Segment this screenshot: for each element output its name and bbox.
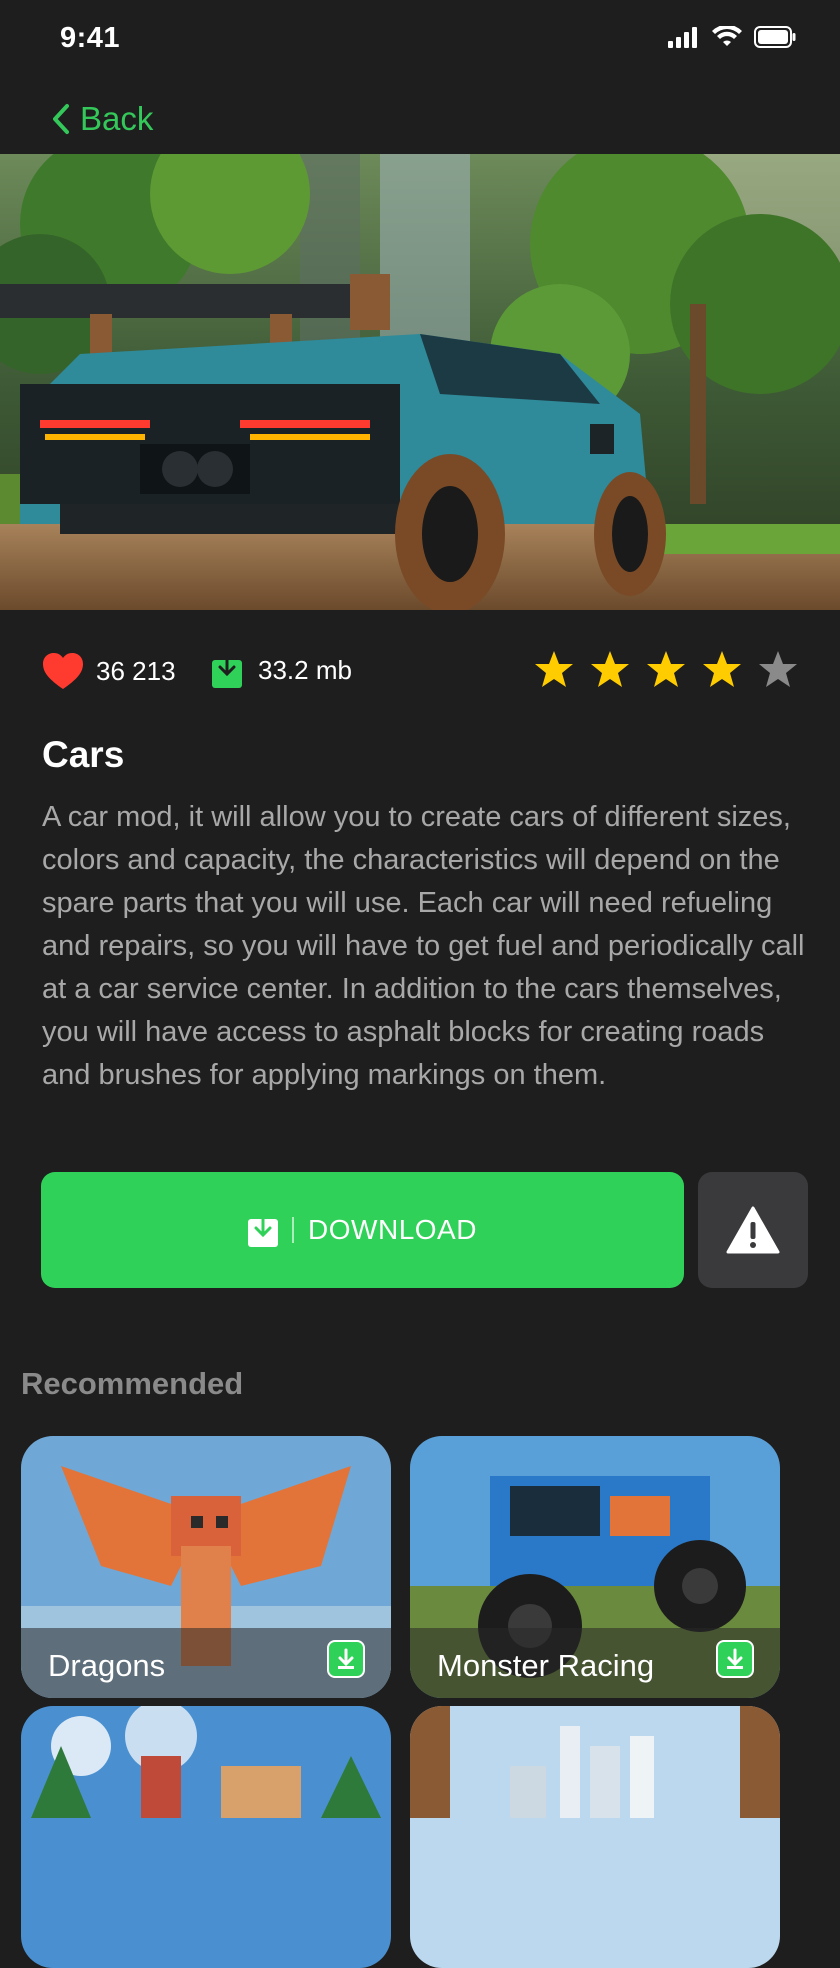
star-icon <box>703 651 741 687</box>
mod-description: A car mod, it will allow you to create c… <box>42 801 805 1091</box>
report-button[interactable] <box>698 1172 808 1288</box>
recommended-card[interactable] <box>410 1706 780 1968</box>
status-bar: 9:41 <box>0 0 840 80</box>
warning-icon <box>726 1206 780 1254</box>
download-icon[interactable] <box>716 1640 754 1678</box>
status-time: 9:41 <box>60 22 121 54</box>
download-label: DOWNLOAD <box>308 1214 477 1245</box>
likes-stat: 36 213 <box>42 652 176 690</box>
back-label: Back <box>80 100 154 137</box>
card-label: Monster Racing <box>437 1648 655 1683</box>
download-button[interactable]: DOWNLOAD <box>41 1172 684 1288</box>
card-label: Dragons <box>48 1648 166 1683</box>
recommended-card-monster-racing[interactable]: Monster Racing <box>410 1436 780 1698</box>
file-size: 33.2 mb <box>258 654 352 685</box>
download-icon <box>212 652 242 688</box>
recommended-card[interactable] <box>21 1706 391 1968</box>
hero-image <box>0 154 840 610</box>
chevron-left-icon <box>53 104 69 134</box>
heart-icon <box>43 653 83 689</box>
recommended-heading: Recommended <box>21 1366 244 1401</box>
rating-stars <box>534 650 798 688</box>
star-icon <box>647 651 685 687</box>
download-icon[interactable] <box>327 1640 365 1678</box>
likes-count: 36 213 <box>96 655 176 686</box>
navigation-bar: Back <box>0 80 840 155</box>
star-empty-icon <box>759 651 797 687</box>
battery-icon <box>754 26 796 48</box>
cellular-signal-icon <box>668 27 697 48</box>
status-icons <box>668 26 796 48</box>
star-icon <box>591 651 629 687</box>
star-icon <box>535 651 573 687</box>
recommended-card-dragons[interactable]: Dragons <box>21 1436 391 1698</box>
wifi-icon <box>712 26 742 46</box>
divider <box>292 1217 295 1243</box>
download-icon <box>248 1213 279 1247</box>
mod-title: Cars <box>42 734 125 775</box>
stats-row: 36 213 33.2 mb <box>0 644 840 700</box>
size-stat: 33.2 mb <box>212 652 352 688</box>
back-button[interactable]: Back <box>52 100 153 138</box>
